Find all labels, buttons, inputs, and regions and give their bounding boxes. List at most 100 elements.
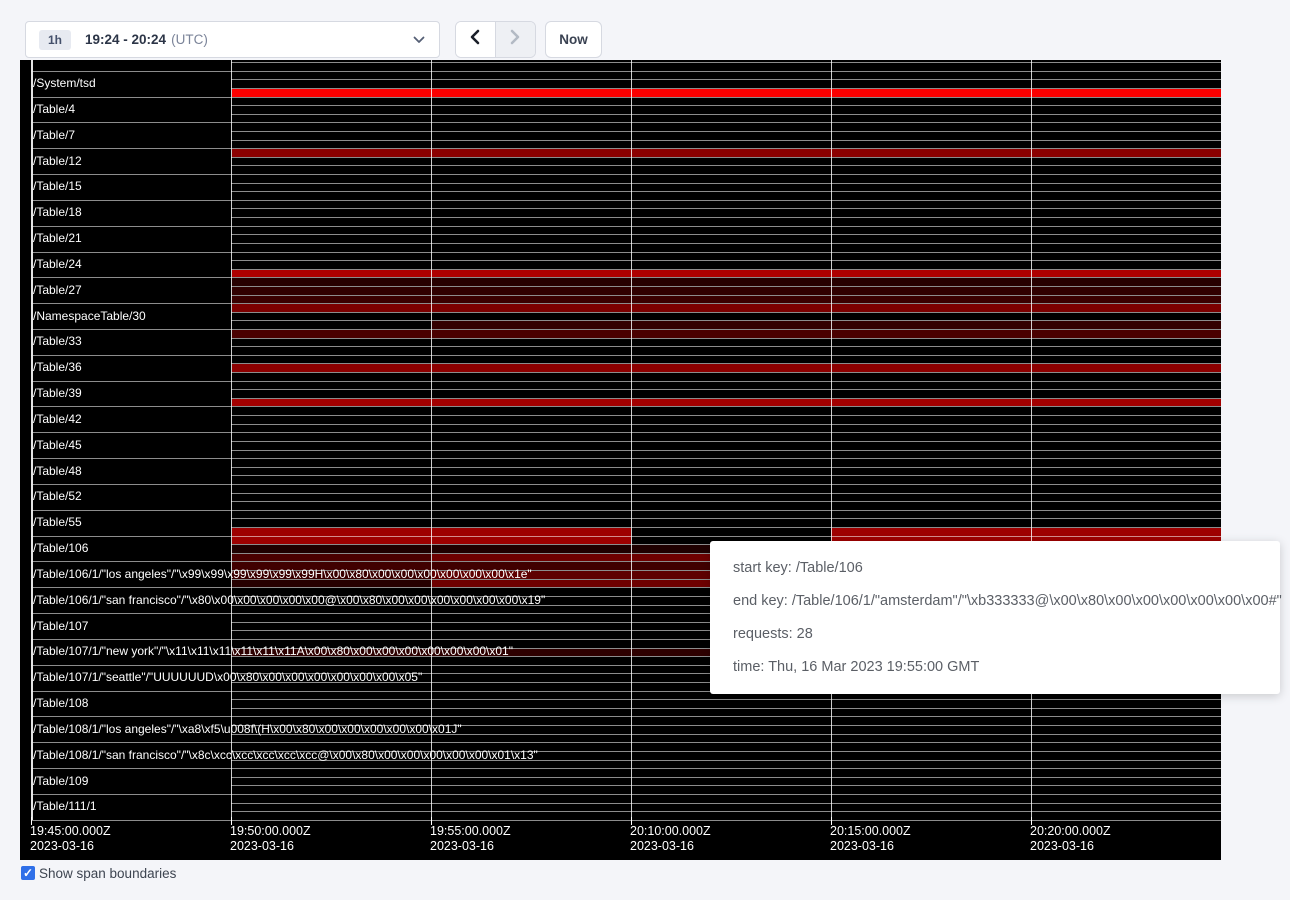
heat-band [232, 399, 1221, 407]
heat-band [232, 89, 1221, 97]
span-boundary-line [231, 329, 1221, 330]
span-boundary-line [231, 398, 1221, 399]
toolbar: 1h 19:24 - 20:24 (UTC) Now [0, 0, 1290, 60]
row-label: /Table/107/1/"new york"/"\x11\x11\x11\x1… [33, 645, 513, 658]
span-boundary-line [231, 208, 1221, 209]
now-button[interactable]: Now [545, 21, 602, 58]
row-label: /Table/106/1/"san francisco"/"\x80\x00\x… [33, 594, 545, 607]
span-boundary-line [231, 122, 1221, 123]
row-label: /Table/21 [33, 232, 82, 245]
span-boundary-line [31, 639, 231, 640]
chevron-left-icon [469, 29, 481, 50]
row-label: /Table/15 [33, 180, 82, 193]
span-boundary-line [231, 234, 1221, 235]
time-bucket-boundary-line [1031, 60, 1032, 820]
time-axis-label: 19:55:00.000Z2023-03-16 [430, 824, 511, 854]
span-boundary-line [231, 716, 1221, 717]
span-boundary-line [31, 226, 231, 227]
tooltip-requests: requests: 28 [733, 617, 1280, 650]
span-boundary-line [31, 613, 231, 614]
span-boundary-line [31, 587, 231, 588]
span-boundary-line [231, 62, 1221, 63]
heat-band [232, 304, 1221, 312]
heat-band [232, 278, 1221, 286]
row-label: /Table/107 [33, 620, 88, 633]
span-boundary-line [31, 458, 231, 459]
span-boundary-line [31, 820, 231, 821]
span-boundary-line [231, 406, 1221, 407]
span-boundary-line [31, 200, 231, 201]
span-boundary-line [31, 768, 231, 769]
span-boundary-line [31, 794, 231, 795]
span-boundary-line [31, 406, 231, 407]
time-bucket-boundary-line [631, 60, 632, 820]
tooltip-end-key: end key: /Table/106/1/"amsterdam"/"\xb33… [733, 584, 1280, 617]
heat-band [232, 364, 1221, 372]
span-boundary-line [231, 493, 1221, 494]
span-boundary-line [31, 432, 231, 433]
span-boundary-line [31, 148, 231, 149]
span-boundary-line [31, 665, 231, 666]
next-interval-button[interactable] [496, 22, 536, 57]
span-boundary-line [231, 415, 1221, 416]
row-label: /Table/36 [33, 361, 82, 374]
span-boundary-line [231, 286, 1221, 287]
show-span-boundaries-checkbox[interactable]: ✓ [21, 866, 35, 880]
span-boundary-line [231, 260, 1221, 261]
time-range-dropdown[interactable]: 1h 19:24 - 20:24 (UTC) [25, 21, 440, 58]
span-boundary-line [231, 475, 1221, 476]
chevron-right-icon [509, 29, 521, 50]
span-boundary-line [231, 708, 1221, 709]
span-boundary-line [231, 191, 1221, 192]
row-label: /Table/27 [33, 284, 82, 297]
span-boundary-line [231, 277, 1221, 278]
key-visualizer-heatmap[interactable]: /System/tsd/Table/4/Table/7/Table/12/Tab… [20, 60, 1221, 860]
span-boundary-line [231, 484, 1221, 485]
span-boundary-line [231, 381, 1221, 382]
heat-band [432, 321, 1221, 329]
span-boundary-line [31, 97, 231, 98]
span-boundary-line [31, 303, 231, 304]
row-label: /Table/109 [33, 775, 88, 788]
span-boundary-line [231, 536, 1221, 537]
time-range-label: 19:24 - 20:24 [85, 32, 166, 47]
span-boundary-line [31, 691, 231, 692]
span-boundary-line [231, 269, 1221, 270]
row-label: /Table/7 [33, 129, 75, 142]
span-boundary-line [31, 71, 231, 72]
row-label: /Table/24 [33, 258, 82, 271]
span-boundary-line [231, 79, 1221, 80]
span-boundary-line [31, 355, 231, 356]
row-label: /Table/108/1/"san francisco"/"\x8c\xcc\x… [33, 749, 538, 762]
span-boundary-line [231, 424, 1221, 425]
span-boundary-line [231, 71, 1221, 72]
tooltip-time: time: Thu, 16 Mar 2023 19:55:00 GMT [733, 650, 1280, 683]
span-boundary-line [231, 527, 1221, 528]
timezone-label: (UTC) [171, 32, 208, 47]
span-tooltip: start key: /Table/106 end key: /Table/10… [710, 541, 1280, 694]
tooltip-start-key: start key: /Table/106 [733, 551, 1280, 584]
span-boundary-line [231, 105, 1221, 106]
span-boundary-line [231, 742, 1221, 743]
chevron-down-icon [413, 36, 425, 44]
span-boundary-line [231, 346, 1221, 347]
row-label: /Table/106 [33, 542, 88, 555]
previous-interval-button[interactable] [456, 22, 496, 57]
span-boundary-line [31, 484, 231, 485]
span-boundary-line [231, 338, 1221, 339]
time-bucket-boundary-line [231, 60, 232, 820]
span-boundary-line [231, 467, 1221, 468]
span-boundary-line [231, 183, 1221, 184]
row-label: /Table/108 [33, 697, 88, 710]
span-boundary-line [231, 501, 1221, 502]
span-boundary-line [231, 785, 1221, 786]
span-boundary-line [231, 820, 1221, 821]
span-boundary-line [231, 510, 1221, 511]
span-boundary-line [231, 389, 1221, 390]
time-nav-button-group [455, 21, 536, 58]
span-boundary-line [231, 803, 1221, 804]
heat-band [232, 296, 1221, 304]
span-boundary-line [231, 363, 1221, 364]
span-boundary-line [231, 303, 1221, 304]
heat-band [232, 330, 1221, 338]
